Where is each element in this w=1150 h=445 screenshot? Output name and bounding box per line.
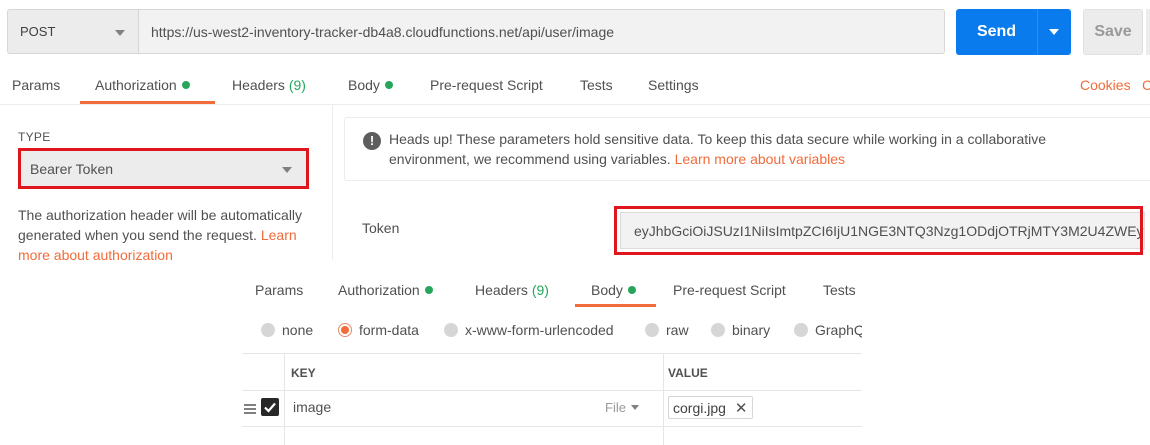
tab-body[interactable]: Body (348, 77, 393, 93)
form-data-table: KEY VALUE image File corgi.jpg ✕ (242, 353, 862, 445)
close-icon[interactable]: ✕ (735, 399, 748, 417)
status-dot (181, 81, 190, 89)
radio-label: raw (666, 322, 689, 338)
save-options-button[interactable] (1146, 9, 1150, 55)
url-text: https://us-west2-inventory-tracker-db4a8… (151, 23, 615, 40)
radio-label: GraphQ (815, 322, 862, 338)
chevron-down-icon (1049, 29, 1059, 35)
radio-label: form-data (359, 322, 419, 338)
tab-pre-request-script[interactable]: Pre-request Script (673, 282, 786, 298)
radio-form-data[interactable]: form-data (338, 322, 419, 338)
tab-label: Headers (475, 282, 528, 298)
radio-graphql[interactable]: GraphQ (794, 322, 862, 338)
status-dot (424, 286, 433, 294)
active-tab-indicator (80, 101, 215, 104)
token-label: Token (362, 220, 400, 236)
highlight-box (18, 148, 309, 189)
send-button[interactable]: Send (956, 9, 1037, 55)
drag-handle-icon[interactable] (244, 404, 256, 414)
row-checkbox[interactable] (261, 398, 279, 416)
radio-none[interactable]: none (261, 322, 313, 338)
value-column-header: VALUE (668, 366, 708, 380)
active-tab-indicator (575, 304, 656, 307)
tab-label: Params (12, 77, 61, 93)
info-icon: ! (363, 132, 381, 150)
panel-divider (332, 105, 333, 260)
row-type-label: File (605, 400, 626, 415)
highlight-box (614, 206, 1143, 255)
radio-circle-selected (338, 323, 352, 337)
url-input[interactable]: https://us-west2-inventory-tracker-db4a8… (139, 9, 945, 54)
tab-headers[interactable]: Headers (9) (475, 282, 549, 298)
tab-params[interactable]: Params (12, 77, 60, 93)
code-link[interactable]: C (1142, 77, 1150, 93)
send-options-button[interactable] (1037, 9, 1071, 55)
method-select[interactable]: POST (7, 9, 139, 54)
chevron-down-icon (630, 405, 639, 410)
radio-raw[interactable]: raw (645, 322, 689, 338)
radio-circle (444, 323, 458, 337)
tab-label: Body (348, 77, 380, 93)
save-button[interactable]: Save (1083, 9, 1143, 55)
tab-label: Pre-request Script (430, 77, 543, 93)
tab-count: (9) (531, 282, 549, 298)
row-divider (242, 426, 862, 427)
learn-more-variables-link[interactable]: Learn more about variables (675, 151, 845, 167)
method-label: POST (20, 24, 56, 39)
file-name: corgi.jpg (673, 399, 726, 416)
auth-type-label: TYPE (18, 130, 51, 144)
tab-count: (9) (288, 77, 306, 93)
tab-params[interactable]: Params (255, 282, 303, 298)
tab-label: Settings (648, 77, 699, 93)
column-divider (284, 354, 285, 445)
header-divider (242, 390, 862, 391)
key-column-header: KEY (291, 366, 316, 380)
tab-label: Tests (823, 282, 856, 298)
radio-circle (261, 323, 275, 337)
checkmark-icon (264, 402, 276, 413)
radio-label: binary (732, 322, 771, 338)
radio-circle (794, 323, 808, 337)
tab-tests[interactable]: Tests (823, 282, 856, 298)
tab-label: Pre-request Script (673, 282, 786, 298)
tab-label: Params (255, 282, 304, 298)
tab-authorization[interactable]: Authorization (95, 77, 190, 93)
radio-circle (645, 323, 659, 337)
chevron-down-icon (115, 30, 125, 36)
tab-label: Body (591, 282, 623, 298)
row-key[interactable]: image (293, 399, 331, 415)
auth-description: The authorization header will be automat… (18, 205, 318, 265)
row-type-select[interactable]: File (605, 400, 639, 415)
radio-label: x-www-form-urlencoded (465, 322, 614, 338)
column-divider (663, 354, 664, 445)
send-label: Send (976, 23, 1017, 40)
note-text: Heads up! These parameters hold sensitiv… (389, 129, 1109, 169)
body-type-options: none form-data x-www-form-urlencoded raw… (242, 322, 862, 342)
tab-label: Headers (232, 77, 285, 93)
tab-settings[interactable]: Settings (648, 77, 699, 93)
tab-tests[interactable]: Tests (580, 77, 613, 93)
status-dot (384, 81, 393, 89)
radio-binary[interactable]: binary (711, 322, 770, 338)
sensitive-data-note: ! Heads up! These parameters hold sensit… (344, 117, 1150, 181)
body-panel: Params Authorization Headers (9) Body Pr… (242, 264, 862, 445)
tab-label: Authorization (95, 77, 177, 93)
tab-authorization[interactable]: Authorization (338, 282, 433, 298)
file-chip[interactable]: corgi.jpg ✕ (668, 396, 753, 419)
status-dot (627, 286, 636, 294)
tab-body[interactable]: Body (591, 282, 636, 298)
tab-label: Tests (580, 77, 613, 93)
request-tabs: Params Authorization Headers (9) Body Pr… (0, 66, 1150, 105)
radio-label: none (282, 322, 314, 338)
body-panel-tabs: Params Authorization Headers (9) Body Pr… (242, 264, 862, 307)
radio-x-www-form-urlencoded[interactable]: x-www-form-urlencoded (444, 322, 614, 338)
radio-circle (711, 323, 725, 337)
save-label: Save (1094, 23, 1132, 40)
tab-headers[interactable]: Headers (9) (232, 77, 306, 93)
tab-pre-request-script[interactable]: Pre-request Script (430, 77, 543, 93)
auth-description-text: The authorization header will be automat… (18, 207, 303, 243)
tab-label: Authorization (338, 282, 420, 298)
cookies-link[interactable]: Cookies (1080, 77, 1131, 93)
